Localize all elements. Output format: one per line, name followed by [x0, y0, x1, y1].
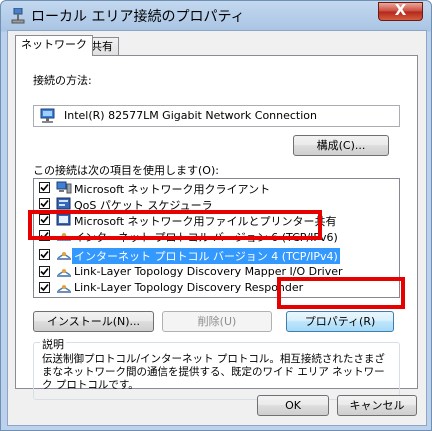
description-title: 説明	[40, 336, 66, 352]
item-label: Link-Layer Topology Discovery Responder	[74, 281, 304, 294]
tab-network-label: ネットワーク	[21, 38, 87, 51]
connect-using-label: 接続の方法:	[33, 74, 92, 87]
checkmark-icon	[40, 283, 49, 292]
protocol-icon	[57, 285, 71, 293]
configure-button[interactable]: 構成(C)...	[293, 135, 389, 156]
checkbox[interactable]	[39, 282, 50, 293]
protocol-icon	[57, 252, 71, 260]
item-label: Microsoft ネットワーク用クライアント	[74, 183, 271, 196]
title-bar[interactable]: ローカル エリア接続のプロパティ X	[1, 1, 431, 29]
description-text: 伝送制御プロトコル/インターネット プロトコル。相互接続されたさまざまなネットワ…	[42, 353, 385, 391]
properties-button[interactable]: プロパティ(R)	[286, 311, 394, 332]
close-icon: X	[394, 1, 407, 19]
adapter-field: Intel(R) 82577LM Gigabit Network Connect…	[33, 105, 400, 127]
checkbox[interactable]	[39, 198, 50, 209]
cancel-button[interactable]: キャンセル	[337, 395, 417, 416]
checkmark-icon	[40, 183, 49, 192]
window-title: ローカル エリア接続のプロパティ	[31, 9, 245, 25]
network-adapter-icon	[40, 108, 55, 123]
protocol-icon	[57, 269, 71, 277]
checkmark-icon	[40, 267, 49, 276]
item-label: インターネット プロトコル バージョン 4 (TCP/IPv4)	[72, 248, 340, 264]
checkmark-icon	[40, 199, 49, 208]
checkmark-icon	[40, 250, 49, 259]
network-client-icon	[56, 181, 72, 194]
checkbox[interactable]	[39, 249, 50, 260]
tab-network[interactable]: ネットワーク	[15, 35, 93, 56]
list-item[interactable]: Microsoft ネットワーク用クライアント	[34, 180, 399, 196]
install-button[interactable]: インストール(N)...	[33, 311, 154, 332]
close-button[interactable]: X	[378, 1, 423, 21]
uninstall-button[interactable]: 削除(U)	[162, 311, 272, 332]
checkbox[interactable]	[39, 182, 50, 193]
network-connection-icon	[11, 8, 25, 24]
ok-button[interactable]: OK	[257, 395, 329, 416]
list-item[interactable]: インターネット プロトコル バージョン 4 (TCP/IPv4)	[34, 247, 399, 264]
description-group: 説明 伝送制御プロトコル/インターネット プロトコル。相互接続されたさまざまなネ…	[33, 336, 400, 400]
qos-scheduler-icon	[56, 197, 71, 210]
properties-window: ローカル エリア接続のプロパティ X ネットワーク 共有 接続の方法: Inte…	[0, 0, 432, 431]
items-label: この接続は次の項目を使用します(O):	[33, 164, 219, 177]
checkbox[interactable]	[39, 266, 50, 277]
tab-sharing-label: 共有	[91, 40, 113, 53]
annotation-highlight-ipv4	[28, 210, 322, 240]
adapter-name: Intel(R) 82577LM Gigabit Network Connect…	[64, 109, 317, 122]
annotation-highlight-properties	[277, 277, 405, 309]
